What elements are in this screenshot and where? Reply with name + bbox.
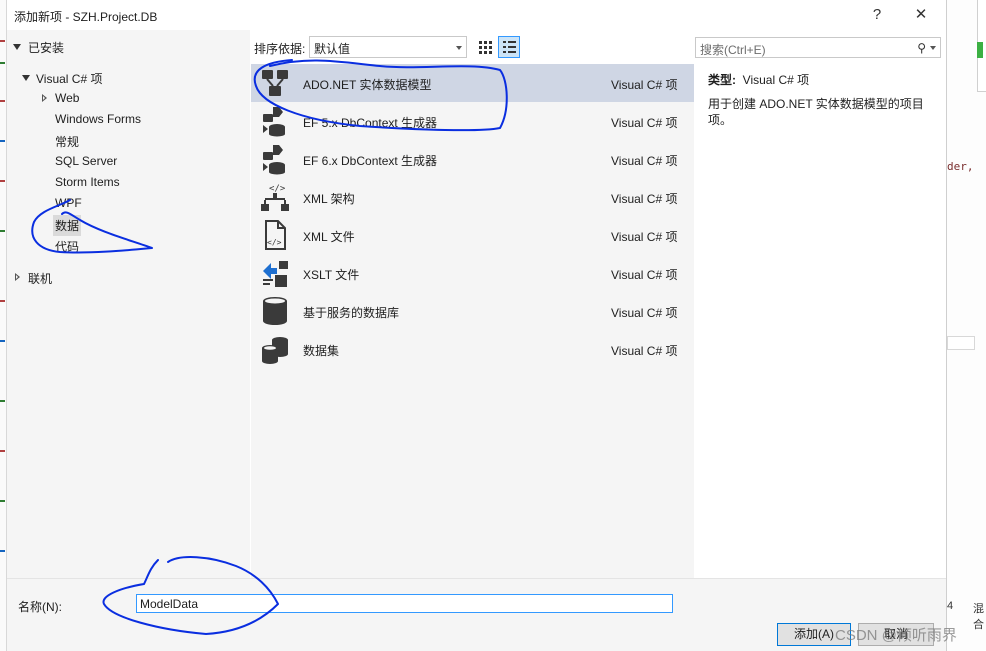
background-code-fragment: der,	[947, 160, 974, 173]
template-name: ADO.NET 实体数据模型	[303, 78, 432, 92]
tree-item-online[interactable]: 联机	[28, 270, 52, 287]
template-name: XSLT 文件	[303, 268, 360, 282]
tree-item-sql-server[interactable]: SQL Server	[55, 154, 117, 168]
template-name: EF 6.x DbContext 生成器	[303, 154, 438, 168]
tree-item-wpf[interactable]: WPF	[55, 196, 82, 210]
template-row[interactable]: 基于服务的数据库 Visual C# 项	[251, 292, 694, 330]
template-row[interactable]: </> XML 架构 Visual C# 项	[251, 178, 694, 216]
template-type: Visual C# 项	[611, 344, 678, 358]
list-view-button[interactable]	[498, 36, 520, 58]
tree-item-data[interactable]: 数据	[53, 215, 82, 236]
background-editor-left	[0, 0, 7, 651]
tree-item-general[interactable]: 常规	[55, 133, 79, 150]
dataset-icon	[262, 337, 288, 364]
name-label: 名称(N):	[18, 600, 62, 614]
xml-schema-icon: </>	[261, 184, 289, 211]
tree-item-visual-csharp[interactable]: Visual C# 项	[36, 70, 102, 87]
template-name: XML 文件	[303, 230, 355, 244]
svg-text:</>: </>	[267, 238, 282, 247]
template-name: EF 5.x DbContext 生成器	[303, 116, 438, 130]
chevron-down-icon[interactable]	[930, 46, 936, 50]
template-type: Visual C# 项	[611, 306, 678, 320]
dbcontext-generator-icon	[263, 107, 285, 137]
background-status-number: 4	[947, 600, 954, 612]
sort-label: 排序依据:	[254, 42, 306, 56]
details-type: 类型: Visual C# 项	[708, 71, 809, 88]
list-view-icon	[503, 41, 516, 53]
template-row[interactable]: EF 5.x DbContext 生成器 Visual C# 项	[251, 102, 694, 140]
tree-item-web[interactable]: Web	[55, 91, 79, 105]
category-tree: 已安装 Visual C# 项 Web Windows Forms 常规 SQL…	[7, 30, 250, 578]
template-name: 数据集	[303, 344, 340, 358]
dialog-title: 添加新项 - SZH.Project.DB	[14, 10, 158, 24]
tree-item-installed[interactable]: 已安装	[28, 39, 64, 56]
template-row[interactable]: EF 6.x DbContext 生成器 Visual C# 项	[251, 140, 694, 178]
chevron-down-icon	[456, 46, 462, 50]
grid-view-icon	[479, 41, 492, 54]
entity-model-icon	[262, 70, 288, 96]
tree-item-code[interactable]: 代码	[55, 238, 79, 255]
search-placeholder: 搜索(Ctrl+E)	[700, 43, 766, 57]
template-row[interactable]: XSLT 文件 Visual C# 项	[251, 254, 694, 292]
template-row[interactable]: </> XML 文件 Visual C# 项	[251, 216, 694, 254]
database-icon	[263, 297, 287, 325]
grid-view-button[interactable]	[474, 36, 496, 58]
background-scroll-box	[947, 336, 975, 350]
tree-item-storm-items[interactable]: Storm Items	[55, 175, 120, 189]
background-status-text: 混合	[973, 603, 984, 631]
help-button[interactable]: ?	[862, 4, 892, 26]
expanded-arrow-icon[interactable]	[13, 44, 21, 50]
name-input[interactable]: ModelData	[136, 594, 673, 613]
close-button[interactable]: ✕	[906, 4, 936, 26]
title-bar: 添加新项 - SZH.Project.DB ? ✕	[7, 0, 946, 30]
search-icon[interactable]: ⚲	[917, 41, 926, 55]
dbcontext-generator-icon	[263, 145, 285, 175]
background-editor-right: der, 4 混合	[946, 0, 986, 651]
template-list: ADO.NET 实体数据模型 Visual C# 项 EF 5.x DbCont…	[251, 64, 694, 578]
add-new-item-dialog: 添加新项 - SZH.Project.DB ? ✕ 已安装 Visual C# …	[7, 0, 946, 651]
xslt-file-icon	[263, 261, 288, 287]
template-name: XML 架构	[303, 192, 355, 206]
svg-text:</>: </>	[269, 184, 286, 194]
template-type: Visual C# 项	[611, 268, 678, 282]
collapsed-arrow-icon[interactable]	[42, 94, 47, 102]
template-type: Visual C# 项	[611, 230, 678, 244]
watermark: CSDN @倾听雨界	[835, 627, 957, 644]
template-name: 基于服务的数据库	[303, 306, 400, 320]
template-type: Visual C# 项	[611, 78, 678, 92]
sort-dropdown[interactable]: 默认值	[309, 36, 467, 58]
tree-item-windows-forms[interactable]: Windows Forms	[55, 112, 141, 126]
details-type-label: 类型:	[708, 73, 736, 87]
expanded-arrow-icon[interactable]	[22, 75, 30, 81]
template-row[interactable]: ADO.NET 实体数据模型 Visual C# 项	[251, 64, 694, 102]
template-type: Visual C# 项	[611, 192, 678, 206]
template-type: Visual C# 项	[611, 154, 678, 168]
collapsed-arrow-icon[interactable]	[15, 273, 20, 281]
details-description: 用于创建 ADO.NET 实体数据模型的项目项。	[708, 97, 924, 127]
xml-file-icon: </>	[265, 220, 286, 250]
background-change-marker	[977, 42, 983, 58]
template-type: Visual C# 项	[611, 116, 678, 130]
footer: 名称(N): ModelData 添加(A) 取消	[7, 578, 946, 651]
details-type-value: Visual C# 项	[742, 73, 810, 87]
sort-dropdown-value: 默认值	[314, 42, 351, 56]
search-input[interactable]: 搜索(Ctrl+E) ⚲	[695, 37, 941, 58]
template-row[interactable]: 数据集 Visual C# 项	[251, 330, 694, 368]
